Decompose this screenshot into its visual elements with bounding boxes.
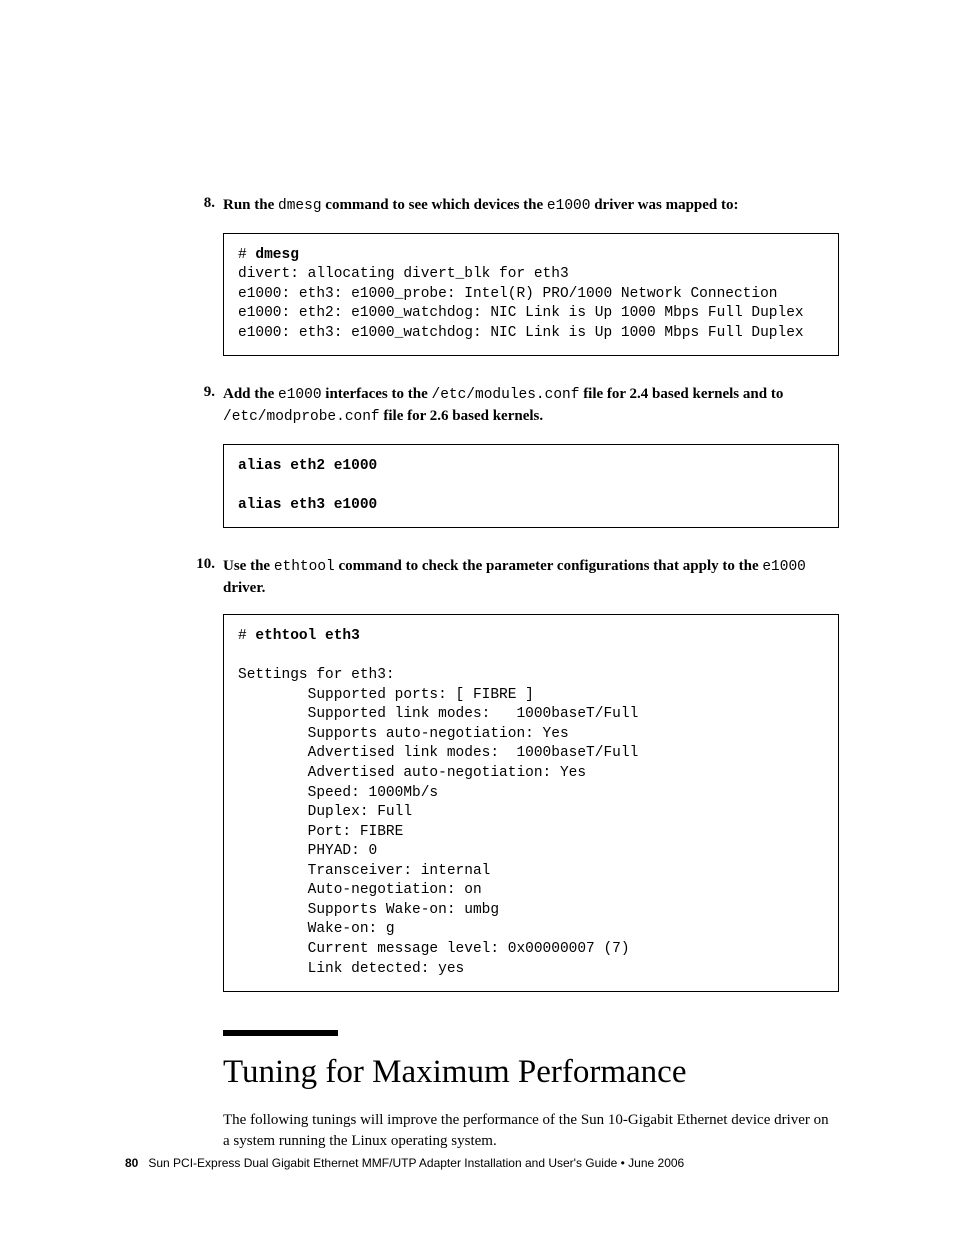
page-number: 80 [125, 1156, 138, 1170]
section-rule [223, 1030, 338, 1036]
step-8: 8. Run the dmesg command to see which de… [125, 195, 839, 217]
step-number: 8. [125, 195, 223, 217]
command: ethtool eth3 [255, 628, 359, 644]
inline-code: e1000 [278, 387, 322, 403]
step-9: 9. Add the e1000 interfaces to the /etc/… [125, 384, 839, 427]
text: Use the [223, 558, 274, 574]
step-text: Run the dmesg command to see which devic… [223, 195, 839, 217]
code-box-alias: alias eth2 e1000 alias eth3 e1000 [223, 444, 839, 529]
step-text: Use the ethtool command to check the par… [223, 556, 839, 598]
text: interfaces to the [322, 386, 432, 402]
text: Run the [223, 197, 278, 213]
code-box-dmesg: # dmesg divert: allocating divert_blk fo… [223, 233, 839, 357]
page-footer: 80 Sun PCI-Express Dual Gigabit Ethernet … [125, 1156, 684, 1170]
footer-title: Sun PCI-Express Dual Gigabit Ethernet MM… [148, 1156, 684, 1170]
inline-code: /etc/modprobe.conf [223, 409, 380, 425]
text: file for 2.4 based kernels and to [579, 386, 783, 402]
command: dmesg [255, 247, 299, 263]
text: driver was mapped to: [590, 197, 738, 213]
step-text: Add the e1000 interfaces to the /etc/mod… [223, 384, 839, 427]
step-number: 10. [125, 556, 223, 598]
step-number: 9. [125, 384, 223, 427]
inline-code: dmesg [278, 198, 322, 214]
prompt: # [238, 247, 255, 263]
step-10: 10. Use the ethtool command to check the… [125, 556, 839, 598]
text: command to see which devices the [322, 197, 547, 213]
text: driver. [223, 580, 265, 596]
prompt: # [238, 628, 255, 644]
text: Add the [223, 386, 278, 402]
alias-line: alias eth3 e1000 [238, 497, 377, 513]
text: file for 2.6 based kernels. [380, 408, 543, 424]
inline-code: e1000 [762, 559, 806, 575]
inline-code: e1000 [547, 198, 591, 214]
alias-line: alias eth2 e1000 [238, 458, 377, 474]
section-paragraph: The following tunings will improve the p… [223, 1110, 839, 1153]
inline-code: ethtool [274, 559, 335, 575]
output: Settings for eth3: Supported ports: [ FI… [238, 667, 638, 976]
output: divert: allocating divert_blk for eth3 e… [238, 266, 804, 341]
inline-code: /etc/modules.conf [432, 387, 580, 403]
code-box-ethtool: # ethtool eth3 Settings for eth3: Suppor… [223, 614, 839, 992]
text: command to check the parameter configura… [335, 558, 763, 574]
section-heading: Tuning for Maximum Performance [223, 1054, 839, 1092]
